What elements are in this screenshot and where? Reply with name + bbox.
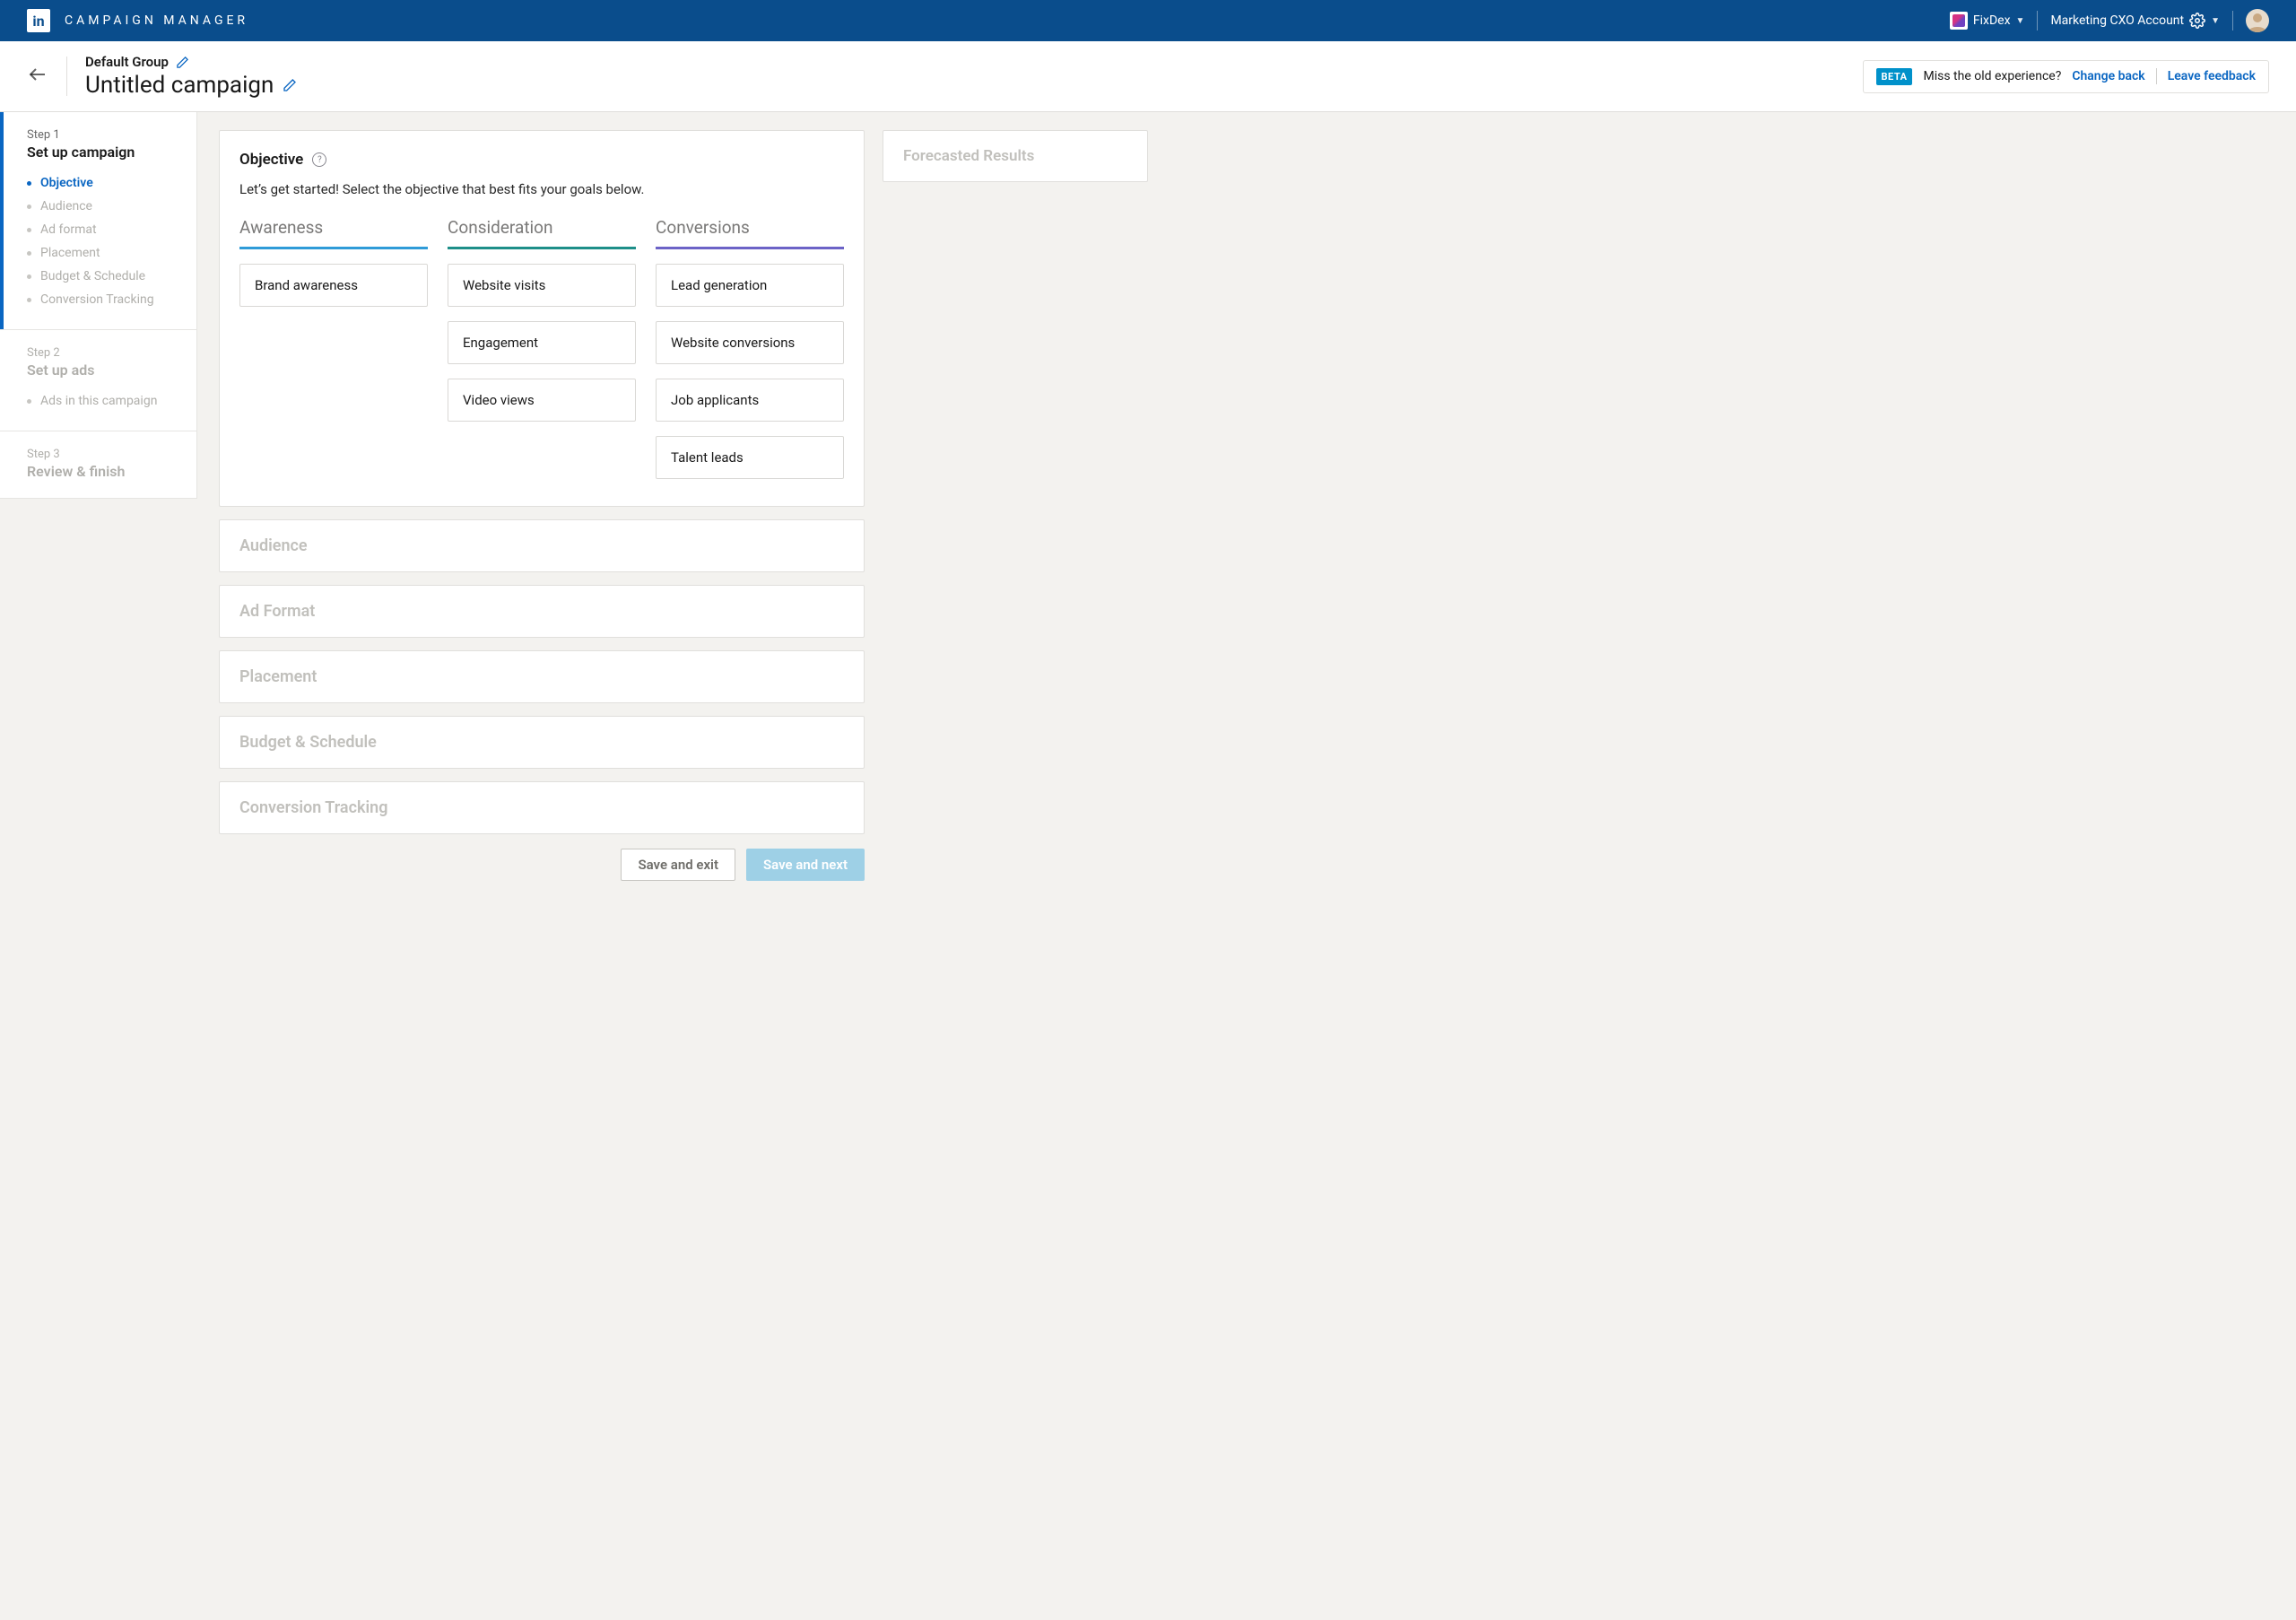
change-back-link[interactable]: Change back [2072, 69, 2144, 83]
sidebar-item[interactable]: Conversion Tracking [27, 288, 175, 311]
collapsed-section[interactable]: Budget & Schedule [219, 716, 865, 769]
objective-option[interactable]: Lead generation [656, 264, 844, 307]
leave-feedback-link[interactable]: Leave feedback [2168, 69, 2256, 83]
back-button[interactable] [27, 60, 57, 92]
divider [66, 57, 67, 96]
sidebar-item-label: Audience [40, 199, 92, 213]
objective-card: Objective ? Let’s get started! Select th… [219, 130, 865, 507]
edit-group-button[interactable] [176, 56, 189, 69]
footer-actions: Save and exit Save and next [219, 849, 865, 881]
sidebar-item-label: Budget & Schedule [40, 269, 145, 283]
linkedin-logo-icon: in [27, 9, 50, 32]
account-name: Marketing CXO Account [2050, 13, 2184, 28]
column-heading: Conversions [656, 217, 844, 247]
step-title: Set up ads [27, 361, 175, 379]
sidebar-item-label: Ad format [40, 222, 97, 237]
sidebar-item[interactable]: Budget & Schedule [27, 265, 175, 288]
column-heading: Awareness [239, 217, 428, 247]
steps-sidebar: Step 1 Set up campaign Objective Audience… [0, 112, 197, 499]
step-title: Review & finish [27, 463, 175, 480]
column-divider [656, 247, 844, 249]
collapsed-section-title: Budget & Schedule [239, 733, 844, 752]
bullet-icon [27, 251, 31, 256]
forecasted-results-title: Forecasted Results [903, 147, 1127, 165]
sidebar-item-label: Conversion Tracking [40, 292, 154, 307]
sidebar-item-label: Placement [40, 246, 100, 260]
caret-down-icon: ▼ [2016, 16, 2025, 26]
top-navbar: in CAMPAIGN MANAGER FixDex ▼ Marketing C… [0, 0, 2296, 41]
beta-notice: BETA Miss the old experience? Change bac… [1863, 60, 2269, 93]
sidebar-item[interactable]: Objective [27, 171, 175, 195]
column-divider [239, 247, 428, 249]
collapsed-section-title: Conversion Tracking [239, 798, 844, 817]
bullet-icon [27, 298, 31, 302]
campaign-group-name: Default Group [85, 54, 169, 70]
section-subtitle: Let’s get started! Select the objective … [239, 181, 844, 197]
sidebar-item[interactable]: Placement [27, 241, 175, 265]
sidebar-item-label: Ads in this campaign [40, 394, 157, 408]
bullet-icon [27, 399, 31, 404]
org-name: FixDex [1973, 13, 2011, 28]
app-title: CAMPAIGN MANAGER [65, 13, 248, 28]
collapsed-section-title: Placement [239, 667, 844, 686]
objective-column: Conversions Lead generation Website conver… [656, 217, 844, 479]
bullet-icon [27, 228, 31, 232]
sidebar-item[interactable]: Audience [27, 195, 175, 218]
column-divider [448, 247, 636, 249]
objective-option[interactable]: Talent leads [656, 436, 844, 479]
step-1: Step 1 Set up campaign Objective Audience… [0, 112, 196, 330]
step-title: Set up campaign [27, 144, 175, 161]
divider [2037, 11, 2038, 30]
column-heading: Consideration [448, 217, 636, 247]
page-header: Default Group Untitled campaign BETA Mis… [0, 41, 2296, 112]
beta-badge: BETA [1876, 68, 1913, 85]
objective-option[interactable]: Engagement [448, 321, 636, 364]
sidebar-item-label: Objective [40, 176, 93, 190]
collapsed-section-title: Audience [239, 536, 844, 555]
divider [2156, 68, 2157, 84]
objective-option[interactable]: Website conversions [656, 321, 844, 364]
divider [2232, 11, 2233, 30]
edit-campaign-button[interactable] [283, 78, 297, 92]
objective-column: Awareness Brand awareness [239, 217, 428, 479]
collapsed-section[interactable]: Audience [219, 519, 865, 572]
org-icon [1950, 12, 1968, 30]
step-label: Step 3 [27, 448, 175, 461]
collapsed-section[interactable]: Ad Format [219, 585, 865, 638]
objective-option[interactable]: Job applicants [656, 379, 844, 422]
campaign-name: Untitled campaign [85, 72, 274, 99]
objective-option[interactable]: Video views [448, 379, 636, 422]
org-switcher[interactable]: FixDex ▼ [1950, 12, 2025, 30]
bullet-icon [27, 205, 31, 209]
caret-down-icon: ▼ [2211, 16, 2220, 26]
account-switcher[interactable]: Marketing CXO Account ▼ [2050, 13, 2220, 29]
sidebar-item[interactable]: Ads in this campaign [27, 389, 175, 413]
step-3: Step 3 Review & finish [0, 431, 196, 499]
collapsed-section[interactable]: Placement [219, 650, 865, 703]
user-avatar[interactable] [2246, 9, 2269, 32]
save-and-exit-button[interactable]: Save and exit [621, 849, 735, 881]
collapsed-section-title: Ad Format [239, 602, 844, 621]
step-label: Step 1 [27, 128, 175, 142]
bullet-icon [27, 274, 31, 279]
collapsed-section[interactable]: Conversion Tracking [219, 781, 865, 834]
sidebar-item[interactable]: Ad format [27, 218, 175, 241]
objective-option[interactable]: Website visits [448, 264, 636, 307]
help-icon[interactable]: ? [312, 152, 326, 167]
beta-text: Miss the old experience? [1923, 69, 2061, 83]
objective-column: Consideration Website visits Engagement Vid… [448, 217, 636, 479]
save-and-next-button[interactable]: Save and next [746, 849, 865, 881]
bullet-icon [27, 181, 31, 186]
step-label: Step 2 [27, 346, 175, 360]
gear-icon [2189, 13, 2205, 29]
objective-option[interactable]: Brand awareness [239, 264, 428, 307]
forecasted-results-card: Forecasted Results [883, 130, 1148, 182]
step-2: Step 2 Set up ads Ads in this campaign [0, 330, 196, 431]
section-title: Objective [239, 151, 303, 169]
